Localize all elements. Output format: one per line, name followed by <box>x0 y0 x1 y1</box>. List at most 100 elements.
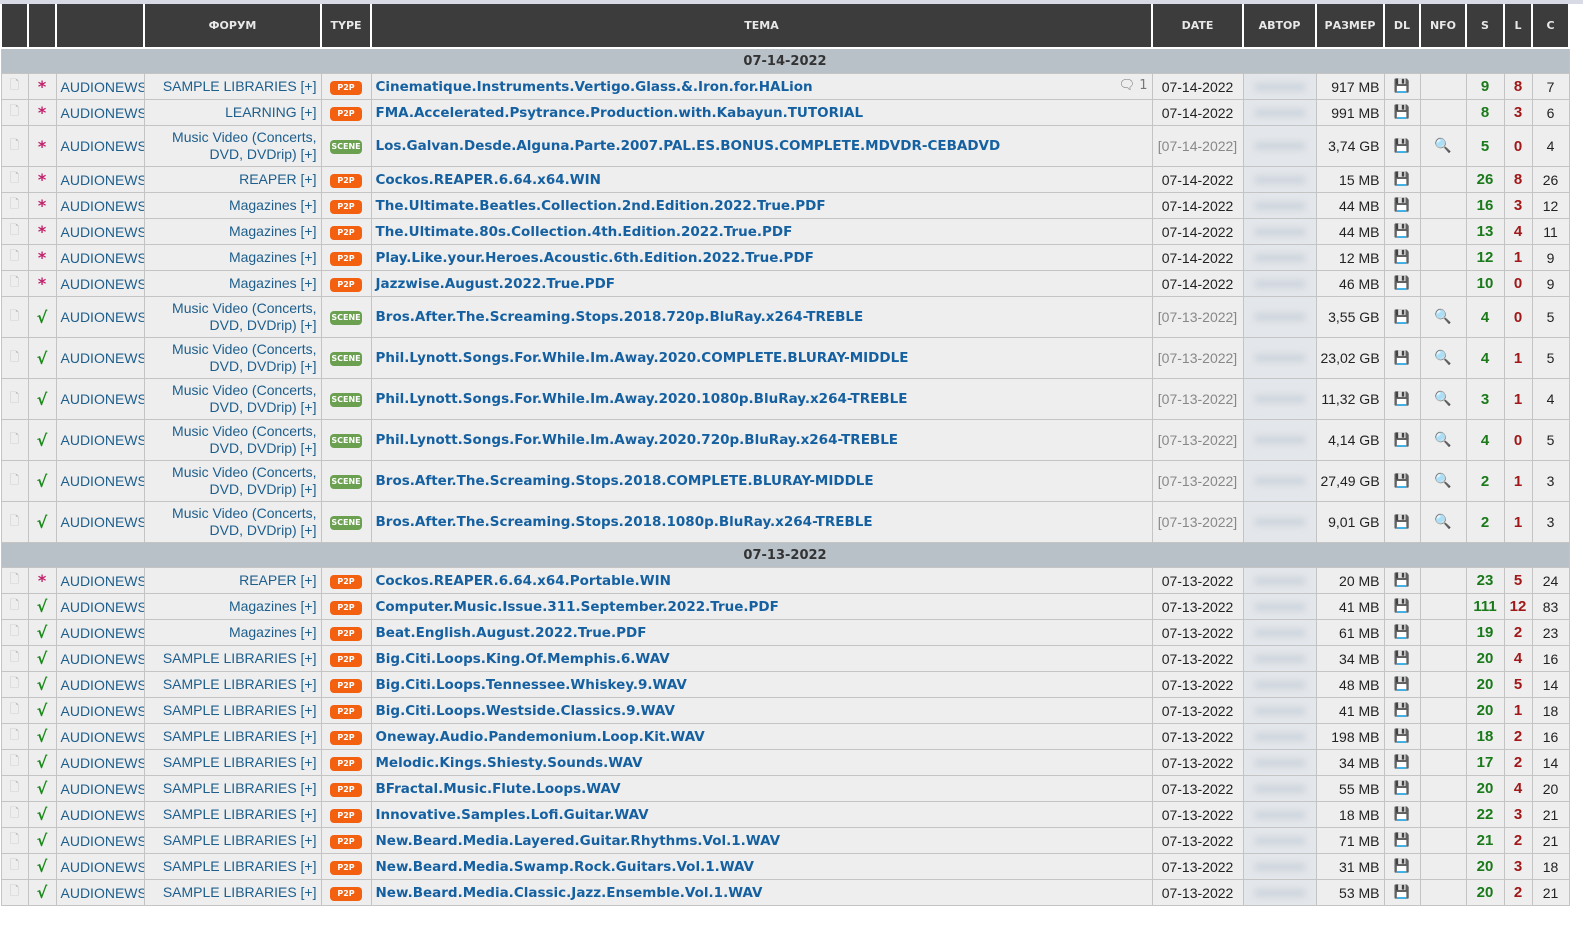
nfo-icon[interactable]: 🔍 <box>1419 296 1467 338</box>
category-link[interactable]: AUDIONEWS <box>55 853 145 880</box>
topic-link[interactable]: Play.Like.your.Heroes.Acoustic.6th.Editi… <box>376 250 814 266</box>
category-link[interactable]: AUDIONEWS <box>55 749 145 776</box>
category-link[interactable]: AUDIONEWS <box>55 244 145 271</box>
topic-link[interactable]: Big.Citi.Loops.Tennessee.Whiskey.9.WAV <box>376 677 687 693</box>
category-link[interactable]: AUDIONEWS <box>55 645 145 672</box>
category-link[interactable]: AUDIONEWS <box>55 827 145 854</box>
topic-cell[interactable]: Cockos.REAPER.6.64.x64.Portable.WIN <box>370 567 1153 594</box>
category-link[interactable]: AUDIONEWS <box>55 73 145 100</box>
topic-cell[interactable]: Bros.After.The.Screaming.Stops.2018.COMP… <box>370 460 1153 502</box>
topic-link[interactable]: Big.Citi.Loops.King.Of.Memphis.6.WAV <box>376 651 670 667</box>
download-icon[interactable]: 💾 <box>1383 775 1421 802</box>
forum-link[interactable]: Music Video (Concerts, DVD, DVDrip) [+] <box>143 296 322 338</box>
download-icon[interactable]: 💾 <box>1383 723 1421 750</box>
forum-link[interactable]: Magazines [+] <box>143 619 322 646</box>
topic-cell[interactable]: Beat.English.August.2022.True.PDF <box>370 619 1153 646</box>
topic-link[interactable]: The.Ultimate.Beatles.Collection.2nd.Edit… <box>376 198 826 214</box>
topic-cell[interactable]: New.Beard.Media.Classic.Jazz.Ensemble.Vo… <box>370 879 1153 906</box>
forum-link[interactable]: Music Video (Concerts, DVD, DVDrip) [+] <box>143 501 322 543</box>
forum-link[interactable]: Magazines [+] <box>143 270 322 297</box>
category-link[interactable]: AUDIONEWS <box>55 501 145 543</box>
topic-link[interactable]: Phil.Lynott.Songs.For.While.Im.Away.2020… <box>376 391 908 407</box>
forum-link[interactable]: Music Video (Concerts, DVD, DVDrip) [+] <box>143 460 322 502</box>
topic-link[interactable]: New.Beard.Media.Layered.Guitar.Rhythms.V… <box>376 833 781 849</box>
category-link[interactable]: AUDIONEWS <box>55 337 145 379</box>
nfo-icon[interactable]: 🔍 <box>1419 501 1467 543</box>
forum-link[interactable]: Magazines [+] <box>143 218 322 245</box>
forum-link[interactable]: Magazines [+] <box>143 244 322 271</box>
topic-link[interactable]: BFractal.Music.Flute.Loops.WAV <box>376 781 621 797</box>
nfo-icon[interactable]: 🔍 <box>1419 378 1467 420</box>
category-link[interactable]: AUDIONEWS <box>55 419 145 461</box>
topic-cell[interactable]: Computer.Music.Issue.311.September.2022.… <box>370 593 1153 620</box>
topic-cell[interactable]: Big.Citi.Loops.King.Of.Memphis.6.WAV <box>370 645 1153 672</box>
topic-cell[interactable]: Bros.After.The.Screaming.Stops.2018.720p… <box>370 296 1153 338</box>
forum-link[interactable]: SAMPLE LIBRARIES [+] <box>143 697 322 724</box>
comments-count[interactable]: 🗨 1 <box>1119 78 1148 93</box>
topic-link[interactable]: FMA.Accelerated.Psytrance.Production.wit… <box>376 105 864 121</box>
topic-link[interactable]: Bros.After.The.Screaming.Stops.2018.COMP… <box>376 473 874 489</box>
download-icon[interactable]: 💾 <box>1383 378 1421 420</box>
nfo-icon[interactable]: 🔍 <box>1419 125 1467 167</box>
topic-link[interactable]: Jazzwise.August.2022.True.PDF <box>376 276 616 292</box>
topic-link[interactable]: Cinematique.Instruments.Vertigo.Glass.&.… <box>376 79 813 95</box>
topic-link[interactable]: Innovative.Samples.Lofi.Guitar.WAV <box>376 807 649 823</box>
nfo-icon[interactable]: 🔍 <box>1419 337 1467 379</box>
forum-link[interactable]: SAMPLE LIBRARIES [+] <box>143 853 322 880</box>
forum-link[interactable]: Music Video (Concerts, DVD, DVDrip) [+] <box>143 378 322 420</box>
download-icon[interactable]: 💾 <box>1383 218 1421 245</box>
forum-link[interactable]: SAMPLE LIBRARIES [+] <box>143 827 322 854</box>
col-forum[interactable]: ФОРУМ <box>143 4 322 49</box>
download-icon[interactable]: 💾 <box>1383 99 1421 126</box>
topic-cell[interactable]: Play.Like.your.Heroes.Acoustic.6th.Editi… <box>370 244 1153 271</box>
topic-link[interactable]: Los.Galvan.Desde.Alguna.Parte.2007.PAL.E… <box>376 138 1001 154</box>
forum-link[interactable]: SAMPLE LIBRARIES [+] <box>143 801 322 828</box>
topic-cell[interactable]: Innovative.Samples.Lofi.Guitar.WAV <box>370 801 1153 828</box>
category-link[interactable]: AUDIONEWS <box>55 723 145 750</box>
topic-cell[interactable]: Los.Galvan.Desde.Alguna.Parte.2007.PAL.E… <box>370 125 1153 167</box>
col-seeders[interactable]: S <box>1465 4 1505 49</box>
download-icon[interactable]: 💾 <box>1383 73 1421 100</box>
download-icon[interactable]: 💾 <box>1383 166 1421 193</box>
forum-link[interactable]: SAMPLE LIBRARIES [+] <box>143 671 322 698</box>
category-link[interactable]: AUDIONEWS <box>55 879 145 906</box>
forum-link[interactable]: REAPER [+] <box>143 166 322 193</box>
col-size[interactable]: РАЗМЕР <box>1315 4 1385 49</box>
topic-cell[interactable]: Phil.Lynott.Songs.For.While.Im.Away.2020… <box>370 419 1153 461</box>
forum-link[interactable]: SAMPLE LIBRARIES [+] <box>143 645 322 672</box>
forum-link[interactable]: Music Video (Concerts, DVD, DVDrip) [+] <box>143 419 322 461</box>
forum-link[interactable]: SAMPLE LIBRARIES [+] <box>143 775 322 802</box>
download-icon[interactable]: 💾 <box>1383 879 1421 906</box>
download-icon[interactable]: 💾 <box>1383 801 1421 828</box>
topic-link[interactable]: Phil.Lynott.Songs.For.While.Im.Away.2020… <box>376 432 899 448</box>
col-date[interactable]: DATE <box>1151 4 1244 49</box>
topic-cell[interactable]: Melodic.Kings.Shiesty.Sounds.WAV <box>370 749 1153 776</box>
topic-cell[interactable]: Cinematique.Instruments.Vertigo.Glass.&.… <box>370 73 1153 100</box>
col-author[interactable]: АВТОР <box>1242 4 1317 49</box>
topic-link[interactable]: New.Beard.Media.Swamp.Rock.Guitars.Vol.1… <box>376 859 755 875</box>
download-icon[interactable]: 💾 <box>1383 697 1421 724</box>
download-icon[interactable]: 💾 <box>1383 827 1421 854</box>
topic-cell[interactable]: Oneway.Audio.Pandemonium.Loop.Kit.WAV <box>370 723 1153 750</box>
topic-link[interactable]: Cockos.REAPER.6.64.x64.Portable.WIN <box>376 573 671 589</box>
category-link[interactable]: AUDIONEWS <box>55 270 145 297</box>
download-icon[interactable]: 💾 <box>1383 749 1421 776</box>
forum-link[interactable]: LEARNING [+] <box>143 99 322 126</box>
category-link[interactable]: AUDIONEWS <box>55 460 145 502</box>
download-icon[interactable]: 💾 <box>1383 419 1421 461</box>
topic-cell[interactable]: Big.Citi.Loops.Westside.Classics.9.WAV <box>370 697 1153 724</box>
topic-link[interactable]: Melodic.Kings.Shiesty.Sounds.WAV <box>376 755 643 771</box>
download-icon[interactable]: 💾 <box>1383 501 1421 543</box>
topic-link[interactable]: Cockos.REAPER.6.64.x64.WIN <box>376 172 601 188</box>
topic-cell[interactable]: The.Ultimate.Beatles.Collection.2nd.Edit… <box>370 192 1153 219</box>
col-type[interactable]: TYPE <box>320 4 372 49</box>
forum-link[interactable]: Music Video (Concerts, DVD, DVDrip) [+] <box>143 125 322 167</box>
download-icon[interactable]: 💾 <box>1383 645 1421 672</box>
category-link[interactable]: AUDIONEWS <box>55 567 145 594</box>
topic-link[interactable]: Bros.After.The.Screaming.Stops.2018.1080… <box>376 514 873 530</box>
download-icon[interactable]: 💾 <box>1383 125 1421 167</box>
topic-cell[interactable]: Bros.After.The.Screaming.Stops.2018.1080… <box>370 501 1153 543</box>
category-link[interactable]: AUDIONEWS <box>55 99 145 126</box>
download-icon[interactable]: 💾 <box>1383 270 1421 297</box>
topic-link[interactable]: New.Beard.Media.Classic.Jazz.Ensemble.Vo… <box>376 885 763 901</box>
